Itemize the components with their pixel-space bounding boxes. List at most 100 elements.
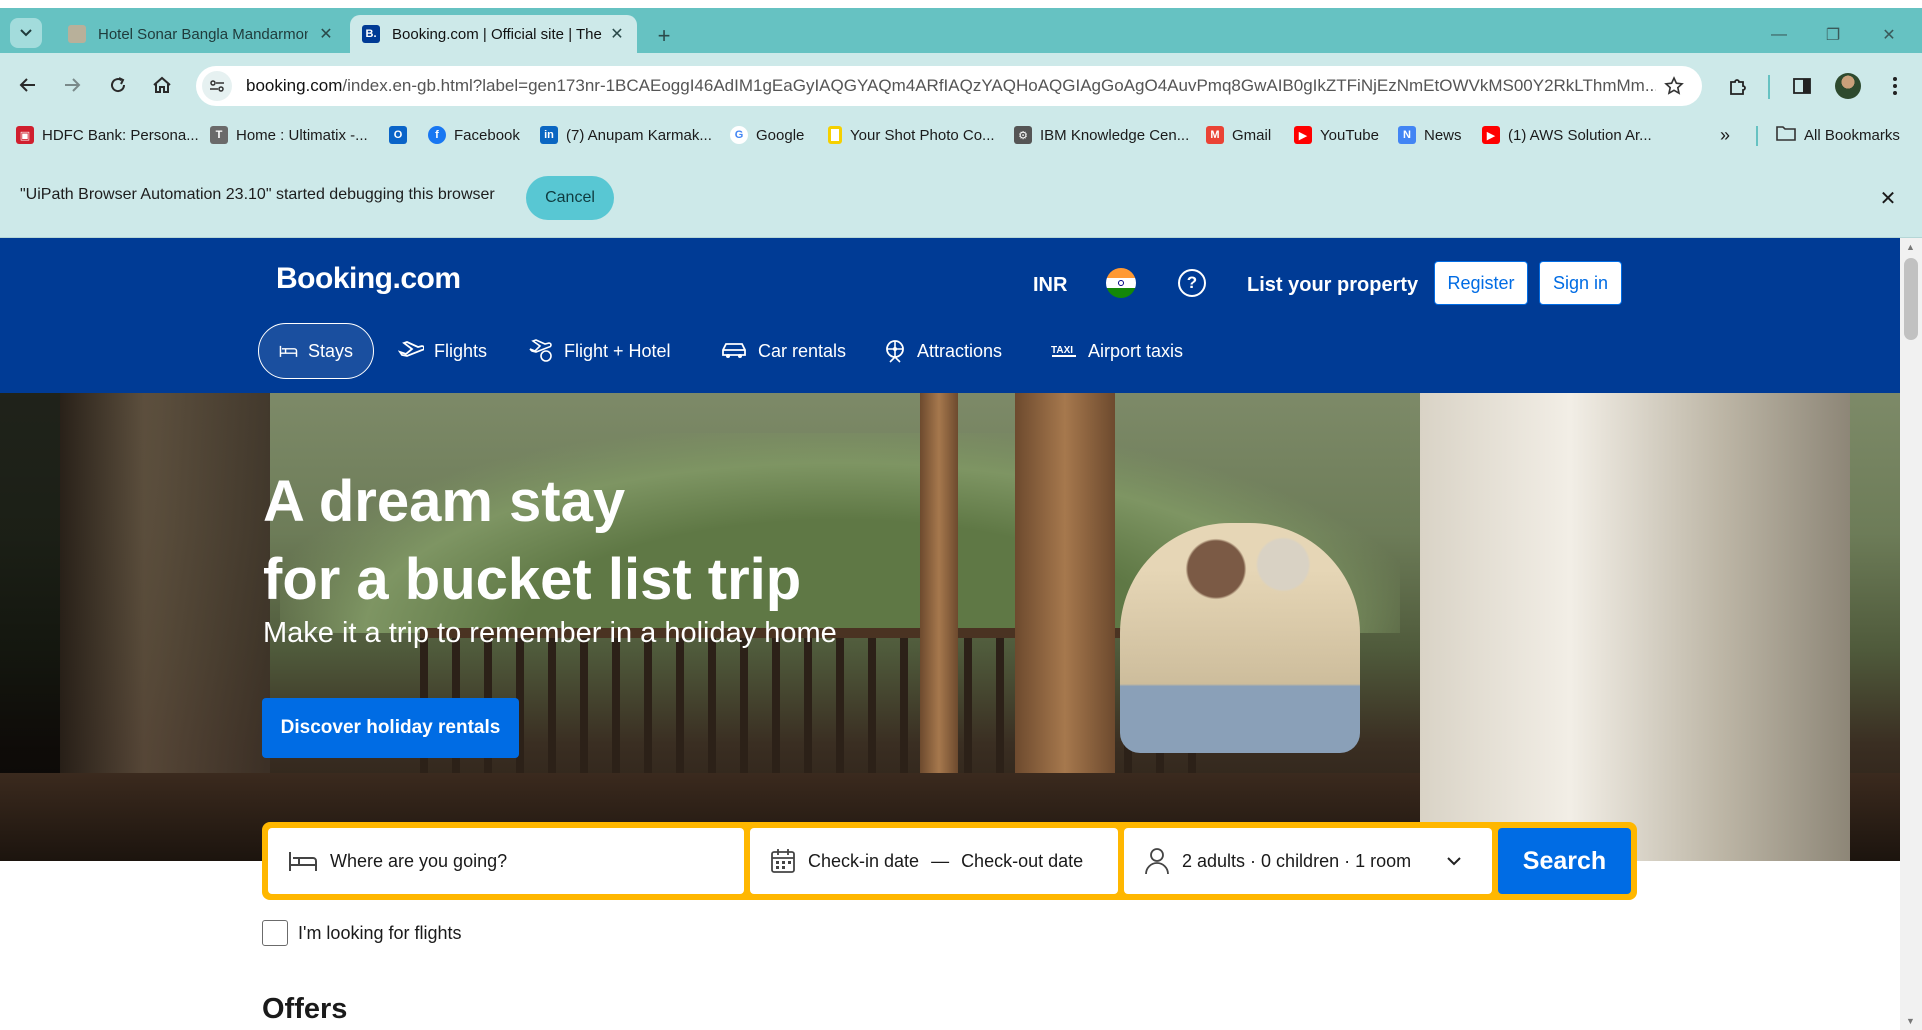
bookmark-natgeo[interactable]: Your Shot Photo Co...	[828, 124, 995, 146]
all-bookmarks-label: All Bookmarks	[1804, 126, 1900, 144]
close-icon[interactable]: ✕	[607, 24, 627, 44]
bookmark-ultimatix[interactable]: T Home : Ultimatix -...	[210, 124, 368, 146]
svg-text:TAXI: TAXI	[1051, 345, 1073, 356]
list-your-property-link[interactable]: List your property	[1247, 274, 1418, 297]
destination-field[interactable]: Where are you going?	[268, 828, 744, 894]
occupancy-value: 2 adults · 0 children · 1 room	[1182, 850, 1412, 871]
sign-in-button[interactable]: Sign in	[1539, 261, 1622, 305]
toolbar-divider	[1768, 75, 1770, 99]
bookmark-outlook[interactable]: O	[389, 124, 415, 146]
side-panel-icon[interactable]	[1787, 71, 1817, 101]
currency-selector[interactable]: INR	[1033, 274, 1067, 297]
tab-stays[interactable]: Stays	[258, 323, 374, 379]
occupancy-field[interactable]: 2 adults · 0 children · 1 room	[1124, 828, 1492, 894]
outlook-icon: O	[389, 126, 407, 144]
attractions-icon	[886, 340, 904, 363]
bookmark-gmail[interactable]: M Gmail	[1206, 124, 1271, 146]
bookmark-label: Gmail	[1232, 126, 1272, 144]
tab-attractions[interactable]: Attractions	[863, 323, 1022, 379]
home-icon[interactable]	[146, 69, 178, 101]
tab-search-button[interactable]	[10, 18, 42, 48]
window-close-icon[interactable]: ✕	[1866, 22, 1912, 48]
new-tab-plus-icon[interactable]: +	[650, 22, 678, 50]
profile-avatar[interactable]	[1833, 71, 1863, 101]
tab-flights[interactable]: Flights	[378, 323, 507, 379]
reload-icon[interactable]	[102, 69, 134, 101]
scroll-up-arrow-icon[interactable]: ▲	[1906, 242, 1916, 252]
flights-checkbox-label: I'm looking for flights	[298, 922, 462, 943]
tab-flight-hotel[interactable]: Flight + Hotel	[508, 323, 691, 379]
bookmark-ibm[interactable]: ⚙ IBM Knowledge Cen...	[1014, 124, 1189, 146]
cancel-debugging-button[interactable]: Cancel	[526, 176, 614, 220]
discover-holiday-rentals-button[interactable]: Discover holiday rentals	[262, 698, 519, 758]
back-arrow-icon[interactable]	[12, 69, 44, 101]
bookmark-label: Google	[756, 126, 805, 144]
debugging-message: "UiPath Browser Automation 23.10" starte…	[20, 186, 495, 203]
news-icon: N	[1398, 126, 1416, 144]
tab-label: Flight + Hotel	[564, 340, 671, 361]
bookmark-label: Facebook	[454, 126, 520, 144]
calendar-icon	[771, 849, 795, 873]
bookmark-youtube[interactable]: ▶ YouTube	[1294, 124, 1379, 146]
dates-field[interactable]: Check-in date — Check-out date	[750, 828, 1118, 894]
tab-airport-taxis[interactable]: TAXI Airport taxis	[1030, 323, 1203, 379]
bookmark-label: (1) AWS Solution Ar...	[1508, 126, 1652, 144]
flights-checkbox[interactable]: I'm looking for flights	[262, 920, 462, 946]
bookmark-star-icon[interactable]	[1662, 74, 1686, 98]
bed-icon	[279, 345, 298, 357]
ibm-icon: ⚙	[1014, 126, 1032, 144]
bookmark-linkedin[interactable]: in (7) Anupam Karmak...	[540, 124, 712, 146]
extensions-puzzle-icon[interactable]	[1722, 71, 1752, 101]
tab-hotel-sonar-bangla[interactable]: Hotel Sonar Bangla Mandarmoni ✕	[56, 15, 346, 53]
bookmark-label: IBM Knowledge Cen...	[1040, 126, 1190, 144]
bookmarks-overflow-icon[interactable]: »	[1720, 124, 1730, 146]
close-icon[interactable]: ✕	[316, 24, 336, 44]
tab-label: Stays	[307, 340, 353, 361]
forward-arrow-icon[interactable]	[56, 69, 88, 101]
date-separator: —	[931, 850, 950, 871]
tab-car-rentals[interactable]: Car rentals	[700, 323, 866, 379]
infobar-close-icon[interactable]: ✕	[1876, 186, 1900, 210]
address-bar[interactable]: booking.com/index.en-gb.html?label=gen17…	[196, 66, 1702, 106]
tata-icon: T	[210, 126, 228, 144]
site-info-icon[interactable]	[202, 71, 232, 101]
restore-icon[interactable]: ❐	[1810, 22, 1856, 48]
minimize-icon[interactable]: —	[1756, 22, 1802, 48]
scroll-down-arrow-icon[interactable]: ▼	[1906, 1016, 1916, 1026]
booking-logo[interactable]: Booking.com	[276, 262, 461, 296]
all-bookmarks[interactable]: All Bookmarks	[1776, 124, 1900, 146]
bookmark-facebook[interactable]: f Facebook	[428, 124, 520, 146]
facebook-icon: f	[428, 126, 446, 144]
register-button[interactable]: Register	[1434, 261, 1528, 305]
url-text: booking.com/index.en-gb.html?label=gen17…	[246, 76, 1656, 96]
kebab-menu-icon[interactable]	[1880, 71, 1910, 101]
bookmark-google[interactable]: G Google	[730, 124, 804, 146]
india-flag-icon[interactable]	[1106, 268, 1136, 298]
search-bar: Where are you going? Check-in date — Che…	[262, 822, 1637, 900]
bookmark-aws-solution[interactable]: ▶ (1) AWS Solution Ar...	[1482, 124, 1652, 146]
hero-subtitle: Make it a trip to remember in a holiday …	[263, 617, 837, 649]
browser-toolbar: booking.com/index.en-gb.html?label=gen17…	[0, 53, 1922, 123]
bookmark-label: Your Shot Photo Co...	[850, 126, 995, 144]
scrollbar-thumb[interactable]	[1904, 258, 1918, 340]
tab-title: Booking.com | Official site | The	[392, 25, 602, 43]
booking-favicon-icon: B.	[362, 25, 380, 43]
bookmark-label: HDFC Bank: Persona...	[42, 126, 199, 144]
bookmark-hdfc[interactable]: ▣ HDFC Bank: Persona...	[16, 124, 199, 146]
chevron-down-icon	[20, 29, 32, 37]
youtube-icon: ▶	[1482, 126, 1500, 144]
hero-title-line-2: for a bucket list trip	[263, 547, 802, 612]
url-path: /index.en-gb.html?label=gen173nr-1BCAEog…	[342, 76, 1656, 95]
url-host: booking.com	[246, 76, 343, 95]
tab-booking[interactable]: B. Booking.com | Official site | The ✕	[350, 15, 637, 53]
search-button[interactable]: Search	[1498, 828, 1631, 894]
plane-icon	[398, 341, 424, 357]
tab-label: Flights	[434, 340, 488, 361]
car-icon	[722, 343, 746, 358]
bookmark-news[interactable]: N News	[1398, 124, 1462, 146]
tab-title: Hotel Sonar Bangla Mandarmoni	[98, 25, 308, 43]
help-icon[interactable]: ?	[1178, 269, 1206, 297]
bookmark-label: (7) Anupam Karmak...	[566, 126, 712, 144]
page-scrollbar[interactable]: ▲ ▼	[1900, 238, 1922, 1030]
checkbox[interactable]	[262, 920, 288, 946]
